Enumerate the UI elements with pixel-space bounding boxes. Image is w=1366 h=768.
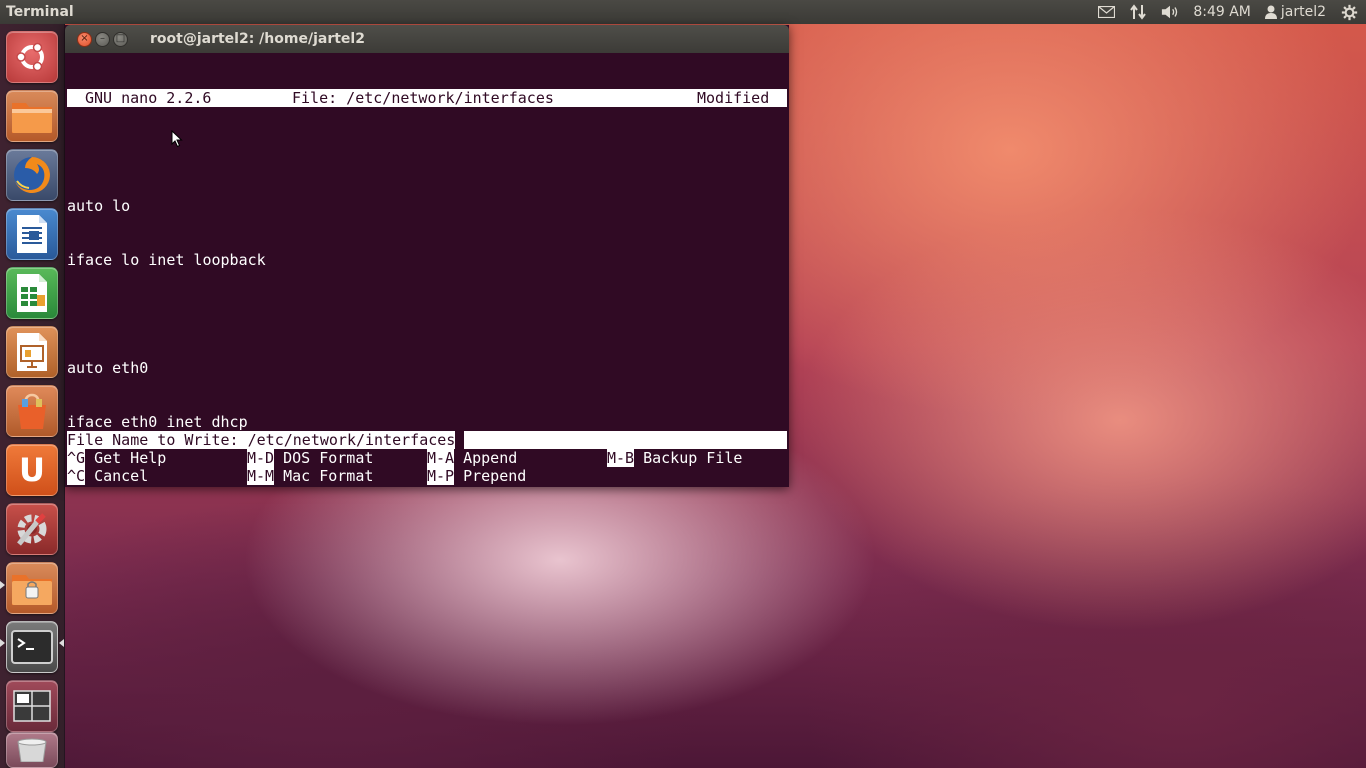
active-app-title: Terminal xyxy=(6,4,74,20)
shortcut-key: ^C xyxy=(67,467,86,485)
shortcut-key: M-P xyxy=(427,467,455,485)
shortcut-key: M-A xyxy=(427,449,455,467)
shortcut-key: ^G xyxy=(67,449,86,467)
shortcut-key: M-B xyxy=(607,449,635,467)
ubuntu-one-letter: U xyxy=(19,451,45,489)
ubuntu-dash-icon[interactable] xyxy=(6,31,58,83)
shortcut-get-help[interactable]: ^G Get Help xyxy=(67,449,166,467)
text-cursor-gap xyxy=(455,431,464,449)
volume-icon[interactable] xyxy=(1161,3,1179,21)
shortcut-backup-file[interactable]: M-B Backup File xyxy=(607,449,742,467)
software-center-icon[interactable] xyxy=(6,385,58,437)
write-prompt-bar: File Name to Write: /etc/network/interfa… xyxy=(67,431,787,449)
mouse-pointer-icon xyxy=(171,129,183,152)
mail-icon[interactable] xyxy=(1097,3,1115,21)
launcher-pip-right-active xyxy=(59,639,64,647)
close-icon[interactable]: × xyxy=(77,31,92,47)
launcher-pip-left-active xyxy=(0,639,5,647)
terminal-window: × – □ root@jartel2: /home/jartel2 GNU na… xyxy=(65,25,789,487)
shortcut-key: M-D xyxy=(247,449,275,467)
window-titlebar[interactable]: × – □ root@jartel2: /home/jartel2 xyxy=(65,25,789,53)
write-prompt-text: File Name to Write: /etc/network/interfa… xyxy=(67,431,456,449)
file-line-4: auto eth0 xyxy=(67,359,149,377)
system-settings-icon[interactable] xyxy=(6,503,58,555)
clock[interactable]: 8:49 AM xyxy=(1193,4,1251,20)
file-line-3 xyxy=(67,305,787,323)
terminal-screen[interactable]: GNU nano 2.2.6 File: /etc/network/interf… xyxy=(67,53,787,487)
nano-status: Modified xyxy=(697,89,770,107)
trash-icon[interactable] xyxy=(6,732,58,768)
shortcut-label: Backup File xyxy=(643,449,743,467)
libreoffice-impress-icon[interactable] xyxy=(6,326,58,378)
window-title: root@jartel2: /home/jartel2 xyxy=(150,31,365,47)
write-prompt-input[interactable] xyxy=(464,431,787,449)
shortcut-label: Mac Format xyxy=(283,467,374,485)
shortcut-mac-format[interactable]: M-M Mac Format xyxy=(247,467,373,485)
user-menu[interactable]: jartel2 xyxy=(1264,4,1326,20)
user-name: jartel2 xyxy=(1280,4,1326,20)
shortcut-label: Get Help xyxy=(94,449,167,467)
shortcut-label: Cancel xyxy=(94,467,149,485)
shortcut-label: Prepend xyxy=(463,467,527,485)
ubuntu-one-icon[interactable]: U xyxy=(6,444,58,496)
shortcut-append[interactable]: M-A Append xyxy=(427,449,517,467)
libreoffice-writer-icon[interactable] xyxy=(6,208,58,260)
workspace-switcher-icon[interactable] xyxy=(6,680,58,732)
gear-icon[interactable] xyxy=(1340,3,1358,21)
shortcut-label: Append xyxy=(463,449,518,467)
home-folder-icon[interactable] xyxy=(6,90,58,142)
network-updown-icon[interactable] xyxy=(1129,3,1147,21)
file-line-1: auto lo xyxy=(67,197,131,215)
nano-file-label: File: /etc/network/interfaces xyxy=(292,89,554,107)
firefox-icon[interactable] xyxy=(6,149,58,201)
nano-header-bar: GNU nano 2.2.6 File: /etc/network/interf… xyxy=(67,89,787,107)
minimize-icon[interactable]: – xyxy=(95,31,110,47)
shortcut-key: M-M xyxy=(247,467,275,485)
indicator-area: 8:49 AM jartel2 xyxy=(1097,3,1366,21)
shortcut-label: DOS Format xyxy=(283,449,374,467)
shortcut-row-2: ^C Cancel M-M Mac Format M-P Prepend xyxy=(67,467,787,485)
top-panel: Terminal 8:49 AM jartel2 xyxy=(0,0,1366,24)
file-line-2: iface lo inet loopback xyxy=(67,251,266,269)
file-line-5: iface eth0 inet dhcp xyxy=(67,413,248,431)
libreoffice-calc-icon[interactable] xyxy=(6,267,58,319)
encrypted-folder-icon[interactable] xyxy=(6,562,58,614)
nano-version: GNU nano 2.2.6 xyxy=(85,89,212,107)
shortcut-row-1: ^G Get Help M-D DOS Format M-A Append M-B Ba… xyxy=(67,449,787,467)
shortcut-dos-format[interactable]: M-D DOS Format xyxy=(247,449,373,467)
launcher-pip-left xyxy=(0,581,5,589)
shortcut-prepend[interactable]: M-P Prepend xyxy=(427,467,526,485)
maximize-icon[interactable]: □ xyxy=(113,31,128,47)
terminal-icon[interactable] xyxy=(6,621,58,673)
user-icon xyxy=(1264,5,1277,19)
launcher: U xyxy=(0,24,65,768)
shortcut-cancel[interactable]: ^C Cancel xyxy=(67,467,148,485)
